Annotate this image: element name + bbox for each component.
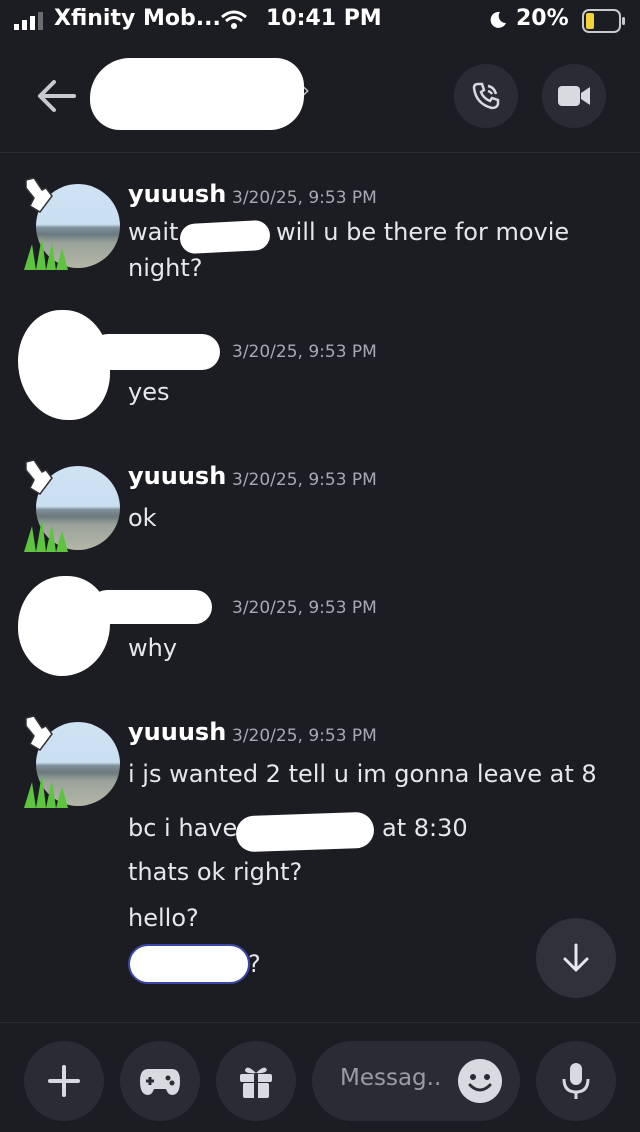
grass-decoration <box>24 518 68 552</box>
avatar[interactable] <box>22 177 120 270</box>
message-text: ? <box>248 950 261 978</box>
redacted-contact-name[interactable] <box>90 58 304 130</box>
message-input[interactable]: Messag.. <box>312 1041 520 1121</box>
message-text: wait <box>128 218 179 246</box>
emoji-icon[interactable] <box>458 1059 502 1103</box>
avatar[interactable] <box>22 459 120 552</box>
message-placeholder: Messag.. <box>340 1065 442 1091</box>
wifi-icon <box>221 10 247 29</box>
voice-call-button[interactable] <box>454 64 518 128</box>
moon-icon <box>490 11 506 28</box>
gift-button[interactable] <box>216 1041 296 1121</box>
message-text: will u be there for movie <box>276 218 570 246</box>
redacted-avatar <box>18 576 110 676</box>
chevron-right-icon[interactable]: › <box>302 78 310 102</box>
clock: 10:41 PM <box>266 6 382 31</box>
message-text: why <box>128 634 178 662</box>
phone-call-icon <box>472 82 500 110</box>
chat-header: › <box>0 44 640 153</box>
timestamp: 3/20/25, 9:53 PM <box>232 598 377 618</box>
gamepad-icon <box>140 1069 180 1095</box>
message-text: thats ok right? <box>128 858 303 886</box>
message-text: at 8:30 <box>382 814 468 842</box>
message-text: yes <box>128 378 170 406</box>
timestamp: 3/20/25, 9:53 PM <box>232 188 377 208</box>
redacted-username <box>90 334 220 370</box>
timestamp: 3/20/25, 9:53 PM <box>232 470 377 490</box>
pointing-hand-icon <box>25 177 53 213</box>
video-call-button[interactable] <box>542 64 606 128</box>
grass-decoration <box>24 236 68 270</box>
activities-button[interactable] <box>120 1041 200 1121</box>
microphone-icon <box>562 1063 590 1099</box>
battery-icon <box>582 9 625 33</box>
pointing-hand-icon <box>25 459 53 495</box>
add-attachment-button[interactable] <box>24 1041 104 1121</box>
username[interactable]: yuuush <box>128 718 226 746</box>
signal-icon <box>14 12 43 30</box>
pointing-hand-icon <box>25 715 53 751</box>
message-text: i js wanted 2 tell u im gonna leave at 8 <box>128 760 597 788</box>
grass-decoration <box>24 774 68 808</box>
redacted-username <box>90 590 212 624</box>
message-text: ok <box>128 504 157 532</box>
gift-icon <box>240 1067 272 1098</box>
avatar[interactable] <box>22 715 120 808</box>
battery-percent: 20% <box>516 6 569 31</box>
username[interactable]: yuuush <box>128 462 226 490</box>
plus-icon <box>48 1065 80 1097</box>
jump-to-latest-button[interactable] <box>536 918 616 998</box>
video-camera-icon <box>558 86 590 106</box>
message-text: night? <box>128 254 203 282</box>
message-text: hello? <box>128 904 199 932</box>
arrow-down-icon <box>563 943 589 972</box>
carrier-name: Xfinity Mob... <box>54 6 221 31</box>
back-arrow-icon[interactable] <box>34 76 78 116</box>
timestamp: 3/20/25, 9:53 PM <box>232 342 377 362</box>
status-bar: Xfinity Mob... 10:41 PM 20% <box>0 0 640 44</box>
message-text: bc i have <box>128 814 238 842</box>
message-composer: Messag.. <box>0 1022 640 1132</box>
username[interactable]: yuuush <box>128 180 226 208</box>
timestamp: 3/20/25, 9:53 PM <box>232 726 377 746</box>
voice-message-button[interactable] <box>536 1041 616 1121</box>
redacted-text <box>235 811 375 853</box>
redacted-mention[interactable] <box>128 944 250 984</box>
